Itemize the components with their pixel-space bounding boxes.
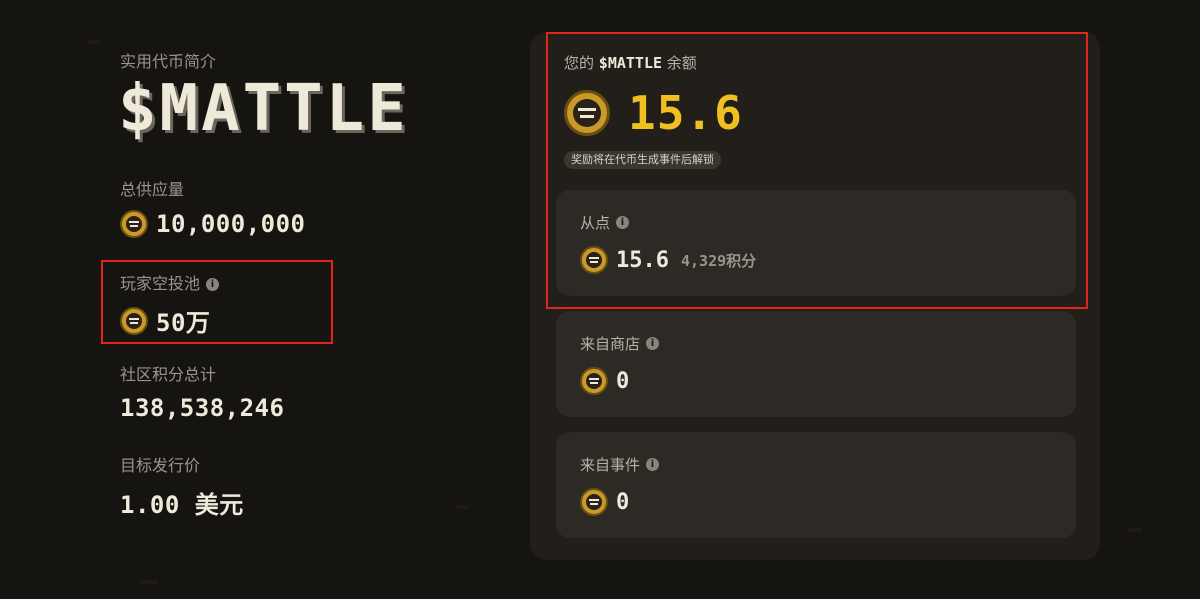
info-icon[interactable]: i — [646, 458, 660, 471]
info-icon[interactable]: i — [646, 337, 660, 350]
token-intro-column: 实用代币简介 $MATTLE 总供应量 10,000,000 玩家空投池 i 50… — [0, 0, 520, 599]
total-supply-value: 10,000,000 — [120, 210, 306, 238]
source-card-shop: 来自商店 i 0 — [556, 311, 1076, 417]
source-card-events: 来自事件 i 0 — [556, 432, 1076, 538]
total-supply-label: 总供应量 — [120, 180, 185, 199]
target-price-value: 1.00 美元 — [120, 491, 244, 519]
source-value: 0 — [580, 367, 629, 395]
source-label: 来自事件 i — [580, 454, 660, 475]
coin-icon — [580, 488, 608, 516]
coin-icon — [120, 210, 148, 238]
community-points-value: 138,538,246 — [120, 394, 285, 422]
source-value: 0 — [580, 488, 629, 516]
community-points-label: 社区积分总计 — [120, 365, 217, 384]
highlight-box-airdrop — [101, 260, 333, 344]
background-speck — [1128, 528, 1142, 532]
coin-icon — [580, 367, 608, 395]
intro-eyebrow: 实用代币简介 — [120, 52, 217, 71]
token-brand-title: $MATTLE — [118, 72, 409, 146]
source-label: 来自商店 i — [580, 333, 660, 354]
target-price-label: 目标发行价 — [120, 456, 201, 475]
highlight-box-balance — [546, 32, 1088, 309]
